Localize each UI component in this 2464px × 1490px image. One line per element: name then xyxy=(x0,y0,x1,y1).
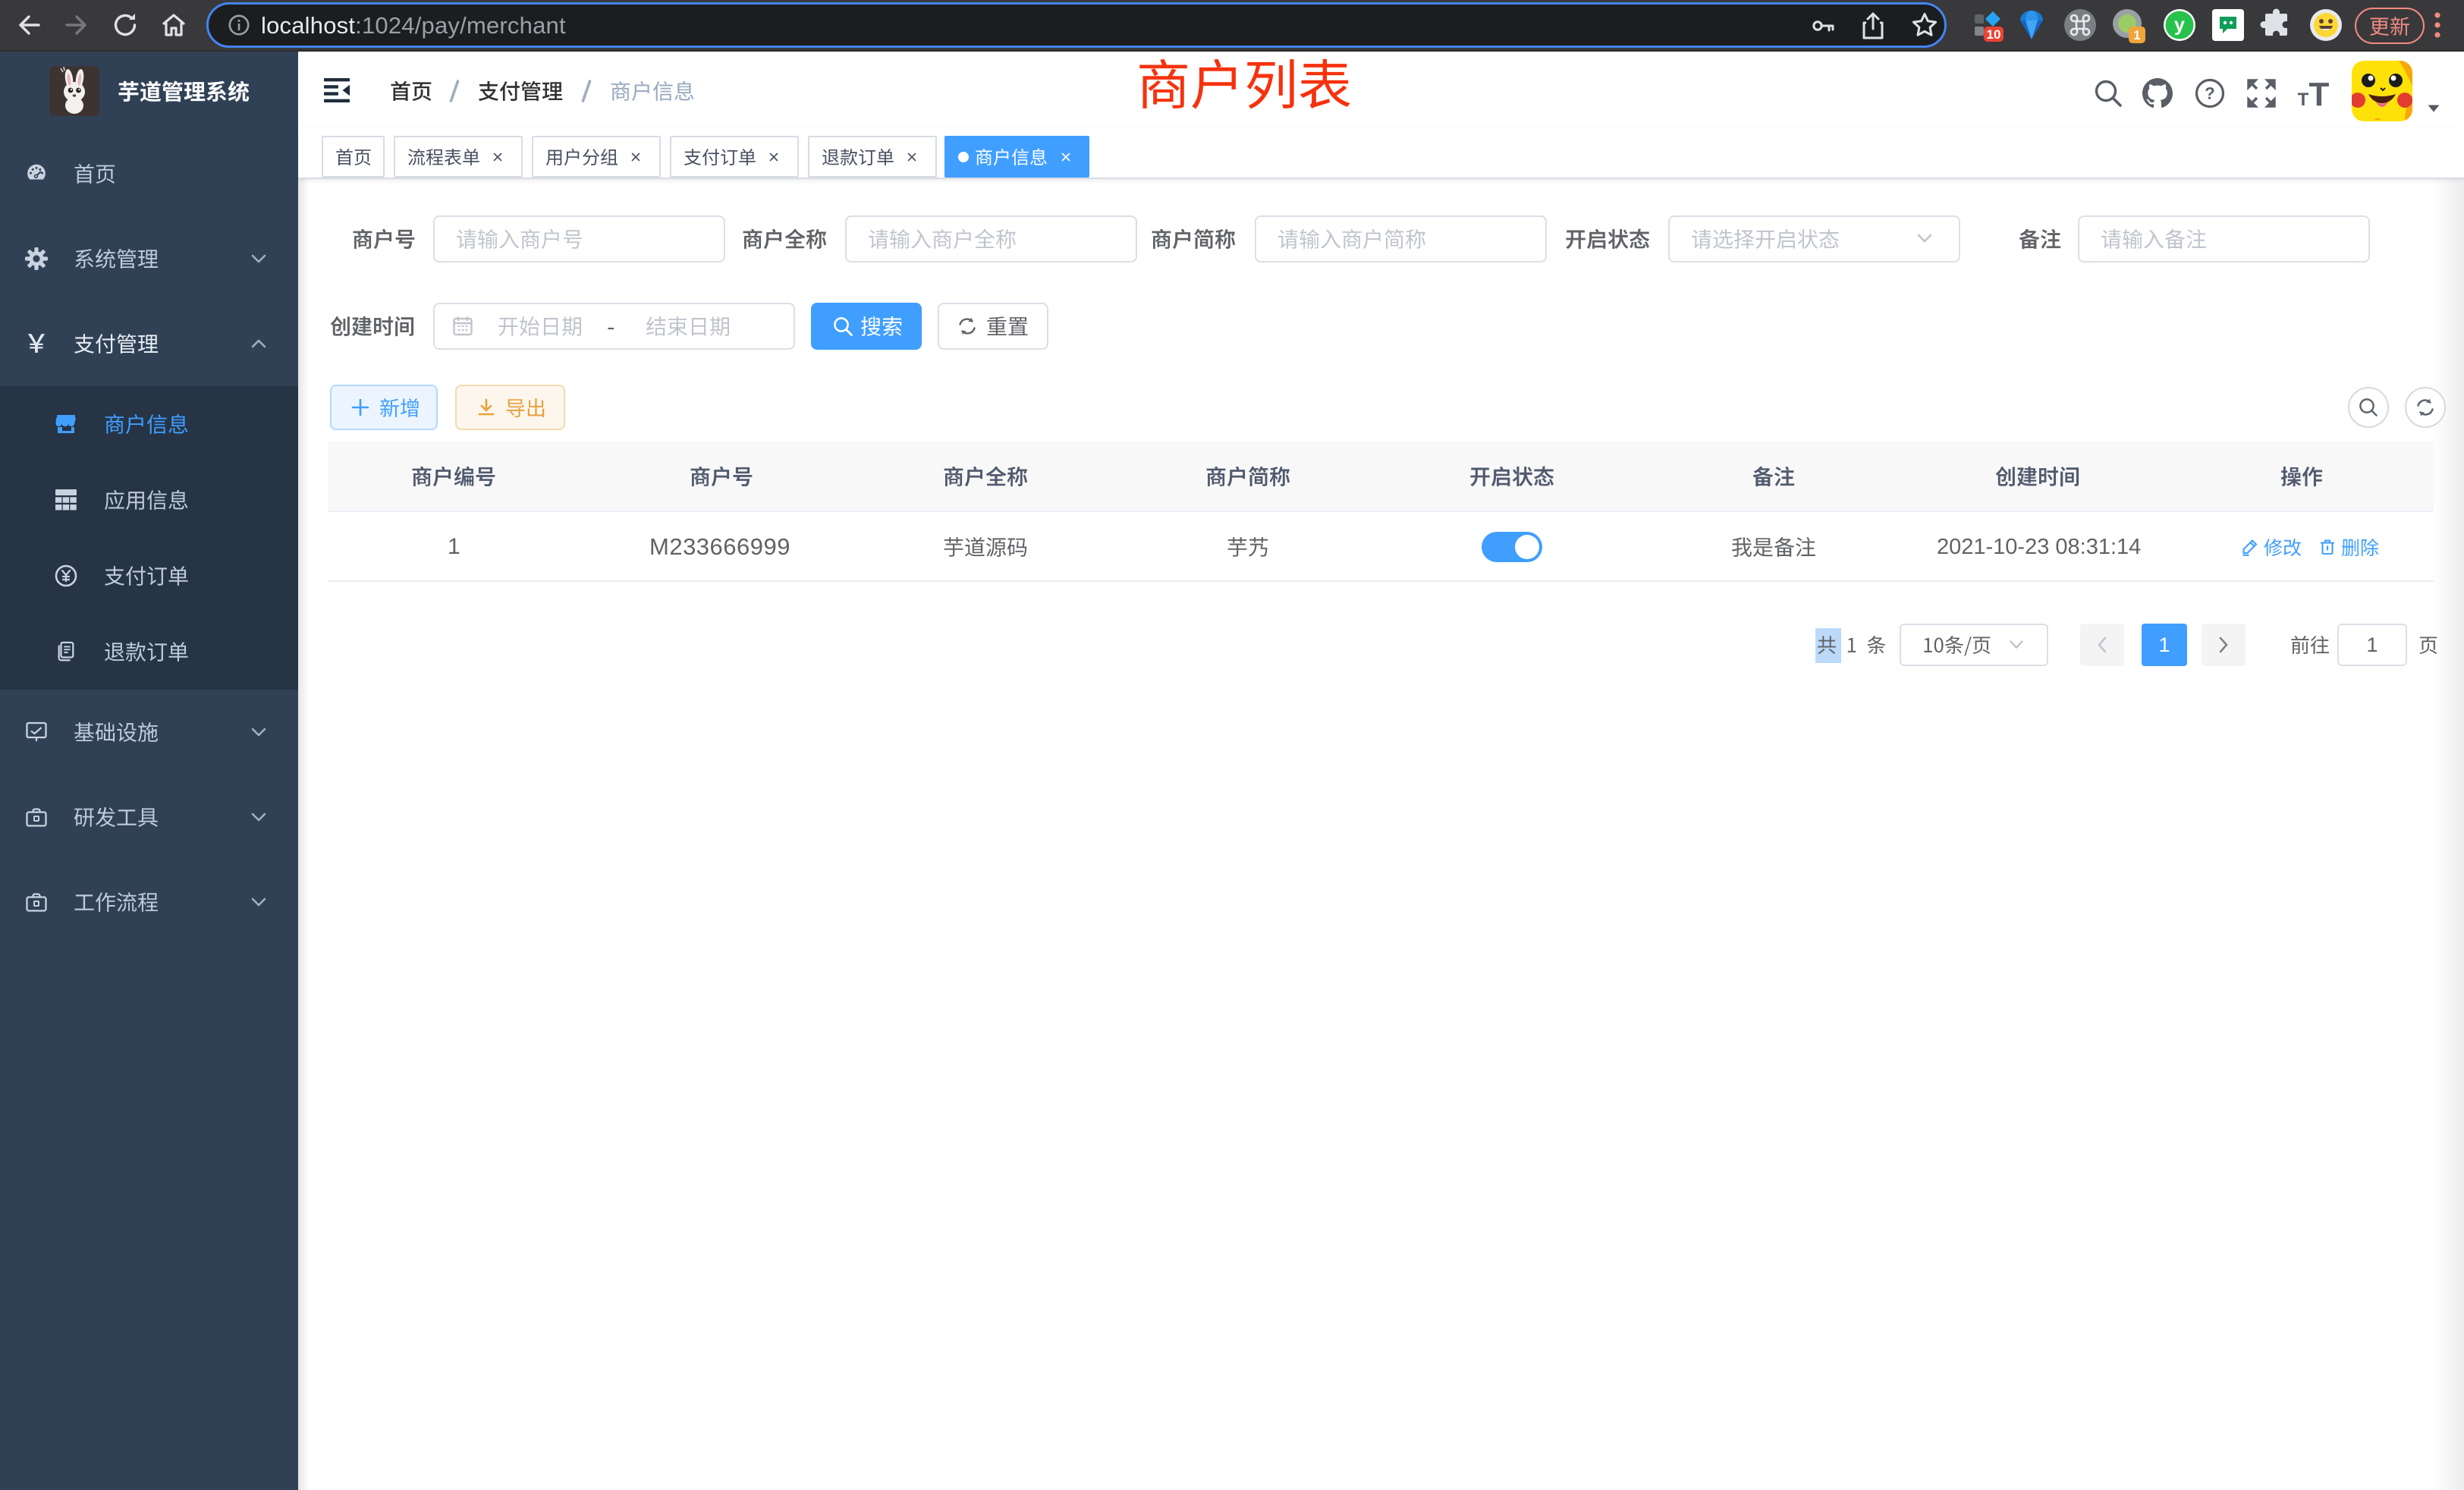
svg-text:T: T xyxy=(2298,90,2309,110)
svg-text:y: y xyxy=(2174,14,2185,36)
svg-text:10: 10 xyxy=(1987,27,2001,42)
svg-text:1: 1 xyxy=(2133,28,2140,42)
svg-text:?: ? xyxy=(2205,84,2214,103)
svg-text:T: T xyxy=(2309,76,2330,113)
